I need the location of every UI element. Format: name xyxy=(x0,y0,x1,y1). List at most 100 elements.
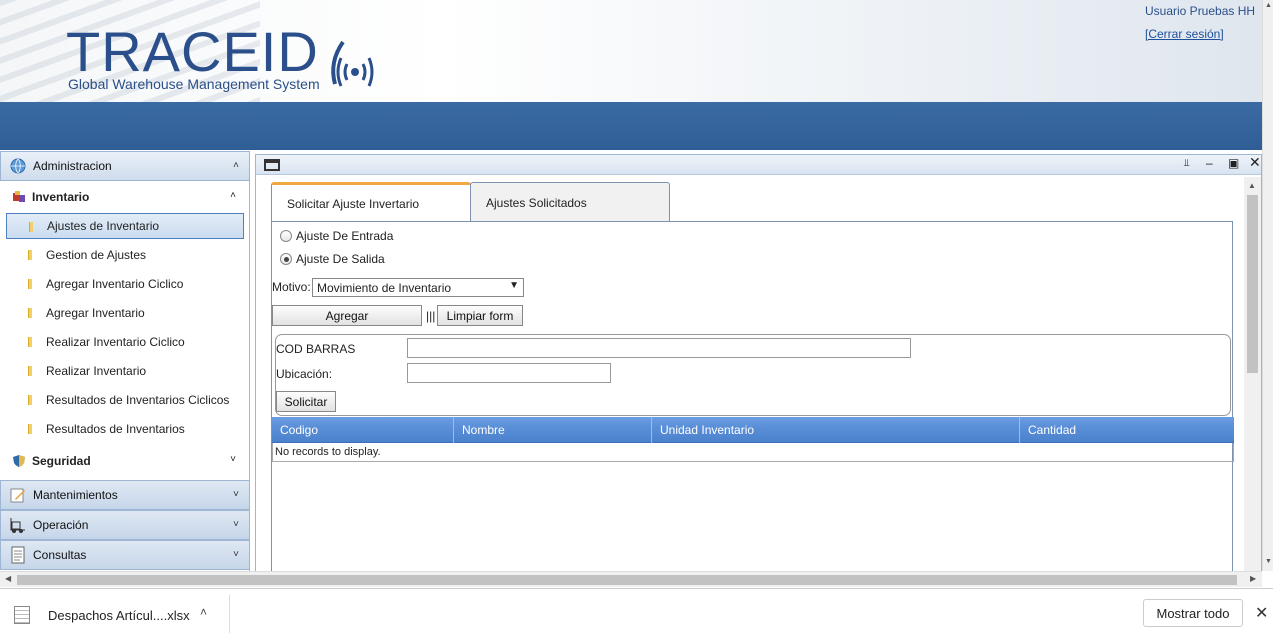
menu-item-label: Resultados de Inventarios Ciclicos xyxy=(46,393,230,407)
solicitar-button[interactable]: Solicitar xyxy=(276,391,336,412)
column-unidad-inventario[interactable]: Unidad Inventario xyxy=(652,417,1020,443)
divider xyxy=(229,595,230,633)
panel-administracion-label: Administracion xyxy=(33,159,112,173)
sidebar: Administracion ˄ Inventario ˄ Ajustes de… xyxy=(0,151,250,571)
pin-icon[interactable]: ⫫ xyxy=(1184,158,1190,169)
panel-mantenimientos[interactable]: Mantenimientos ˅ xyxy=(0,480,250,510)
document-icon xyxy=(28,366,32,376)
logout-link[interactable]: [Cerrar sesión] xyxy=(1145,27,1224,41)
chevron-down-icon[interactable]: ˅ xyxy=(233,489,239,500)
limpiar-form-button[interactable]: Limpiar form xyxy=(437,305,523,326)
menu-item-label: Gestion de Ajustes xyxy=(46,248,147,262)
window-body: Solicitar Ajuste Invertario Ajustes Soli… xyxy=(256,177,1244,571)
panel-administracion[interactable]: Administracion ˄ xyxy=(0,151,250,181)
search-fieldset: COD BARRAS Ubicación: Solicitar xyxy=(275,334,1231,416)
grid-empty-message: No records to display. xyxy=(272,443,1234,462)
chevron-up-icon[interactable]: ˄ xyxy=(233,160,239,171)
dropdown-arrow-icon[interactable]: ▼ xyxy=(509,280,519,291)
radio-circle[interactable] xyxy=(280,230,292,242)
scroll-up-arrow[interactable]: ▲ xyxy=(1248,181,1256,190)
chevron-down-icon[interactable]: ˅ xyxy=(233,519,239,530)
document-icon xyxy=(28,308,32,318)
tab-ajustes-solicitados[interactable]: Ajustes Solicitados xyxy=(470,182,670,222)
agregar-button[interactable]: Agregar xyxy=(272,305,422,326)
menu-item-label: Realizar Inventario xyxy=(46,364,147,378)
radio-ajuste-salida[interactable]: Ajuste De Salida xyxy=(280,252,385,266)
minimize-icon[interactable]: – xyxy=(1206,156,1213,170)
download-bar: Despachos Artícul....xlsx ˄ Mostrar todo… xyxy=(0,588,1273,638)
menu-item-realizar-inventario-ciclico[interactable]: Realizar Inventario Ciclico xyxy=(6,329,244,355)
page-vertical-scrollbar[interactable]: ▲ ▼ xyxy=(1262,0,1273,571)
scrollbar-thumb[interactable] xyxy=(1247,195,1258,373)
scroll-up-arrow[interactable]: ▲ xyxy=(1265,2,1272,9)
radio-label: Ajuste De Entrada xyxy=(296,229,394,243)
forklift-icon xyxy=(10,518,25,533)
window-titlebar: ⫫ – ▣ ✕ xyxy=(256,154,1261,175)
separator-text: ||| xyxy=(426,309,436,323)
column-cantidad[interactable]: Cantidad xyxy=(1020,417,1234,443)
section-inventario-label: Inventario xyxy=(32,190,90,204)
spreadsheet-file-icon xyxy=(14,606,30,624)
menu-item-label: Resultados de Inventarios xyxy=(46,422,185,436)
chevron-up-icon[interactable]: ˄ xyxy=(230,190,236,201)
section-seguridad[interactable]: Seguridad ˅ xyxy=(6,447,244,475)
download-item[interactable]: Despachos Artícul....xlsx xyxy=(14,601,190,629)
menu-item-agregar-inventario[interactable]: Agregar Inventario xyxy=(6,300,244,326)
tab-solicitar-ajuste[interactable]: Solicitar Ajuste Invertario xyxy=(271,182,471,223)
panel-mantenimientos-label: Mantenimientos xyxy=(33,488,118,502)
scroll-left-arrow[interactable]: ◀ xyxy=(5,574,11,583)
grid-header: Codigo Nombre Unidad Inventario Cantidad xyxy=(272,417,1234,443)
menu-item-label: Realizar Inventario Ciclico xyxy=(46,335,185,349)
edit-icon xyxy=(10,488,25,503)
menu-item-ajustes-de-inventario[interactable]: Ajustes de Inventario xyxy=(6,213,244,239)
ubicacion-label: Ubicación: xyxy=(276,367,333,381)
app-header: TRACEID Global Warehouse Management Syst… xyxy=(0,0,1262,150)
menu-item-resultados-de-inventarios[interactable]: Resultados de Inventarios xyxy=(6,416,244,442)
document-icon xyxy=(28,337,32,347)
header-bar xyxy=(0,102,1262,150)
boxes-icon xyxy=(13,191,25,202)
panel-operacion-label: Operación xyxy=(33,518,89,532)
radio-ajuste-entrada[interactable]: Ajuste De Entrada xyxy=(280,229,393,243)
page-horizontal-scrollbar[interactable]: ◀ ▶ xyxy=(0,571,1262,587)
menu-item-gestion-de-ajustes[interactable]: Gestion de Ajustes xyxy=(6,242,244,268)
column-codigo[interactable]: Codigo xyxy=(272,417,454,443)
items-grid: Codigo Nombre Unidad Inventario Cantidad… xyxy=(272,417,1234,462)
menu-item-resultados-ciclicos[interactable]: Resultados de Inventarios Ciclicos xyxy=(6,387,244,413)
panel-operacion[interactable]: Operación ˅ xyxy=(0,510,250,540)
document-icon xyxy=(28,395,32,405)
menu-item-label: Agregar Inventario Ciclico xyxy=(46,277,184,291)
logo-subtitle: Global Warehouse Management System xyxy=(68,76,320,92)
radio-label: Ajuste De Salida xyxy=(296,252,385,266)
scroll-right-arrow[interactable]: ▶ xyxy=(1250,574,1256,583)
radio-circle-selected[interactable] xyxy=(280,253,292,265)
content-window: ⫫ – ▣ ✕ Solicitar Ajuste Invertario Ajus… xyxy=(255,154,1262,572)
maximize-icon[interactable]: ▣ xyxy=(1228,156,1239,170)
scrollbar-thumb[interactable] xyxy=(17,575,1237,585)
globe-icon xyxy=(10,158,26,174)
motivo-label: Motivo: xyxy=(272,280,311,294)
user-name: Usuario Pruebas HH xyxy=(1145,4,1256,18)
scroll-down-arrow[interactable]: ▼ xyxy=(1265,558,1272,565)
document-icon xyxy=(29,222,33,232)
close-icon[interactable]: ✕ xyxy=(1255,603,1268,623)
ubicacion-input[interactable] xyxy=(407,363,611,383)
panel-consultas[interactable]: Consultas ˅ xyxy=(0,540,250,570)
window-icon xyxy=(264,159,280,171)
motivo-select[interactable]: Movimiento de Inventario ▼ xyxy=(312,278,524,297)
close-icon[interactable]: ✕ xyxy=(1249,154,1261,171)
menu-item-label: Ajustes de Inventario xyxy=(47,219,160,233)
menu-item-realizar-inventario[interactable]: Realizar Inventario xyxy=(6,358,244,384)
menu-item-agregar-inventario-ciclico[interactable]: Agregar Inventario Ciclico xyxy=(6,271,244,297)
show-all-button[interactable]: Mostrar todo xyxy=(1143,599,1243,627)
chevron-down-icon[interactable]: ˅ xyxy=(230,454,236,465)
shield-icon xyxy=(13,455,25,467)
window-vertical-scrollbar[interactable]: ▲ xyxy=(1244,177,1261,571)
section-seguridad-label: Seguridad xyxy=(32,454,91,468)
chevron-up-icon[interactable]: ˄ xyxy=(200,605,207,619)
chevron-down-icon[interactable]: ˅ xyxy=(233,549,239,560)
motivo-selected-value: Movimiento de Inventario xyxy=(317,281,452,295)
column-nombre[interactable]: Nombre xyxy=(454,417,652,443)
section-inventario[interactable]: Inventario ˄ xyxy=(6,183,244,211)
cod-barras-input[interactable] xyxy=(407,338,911,358)
